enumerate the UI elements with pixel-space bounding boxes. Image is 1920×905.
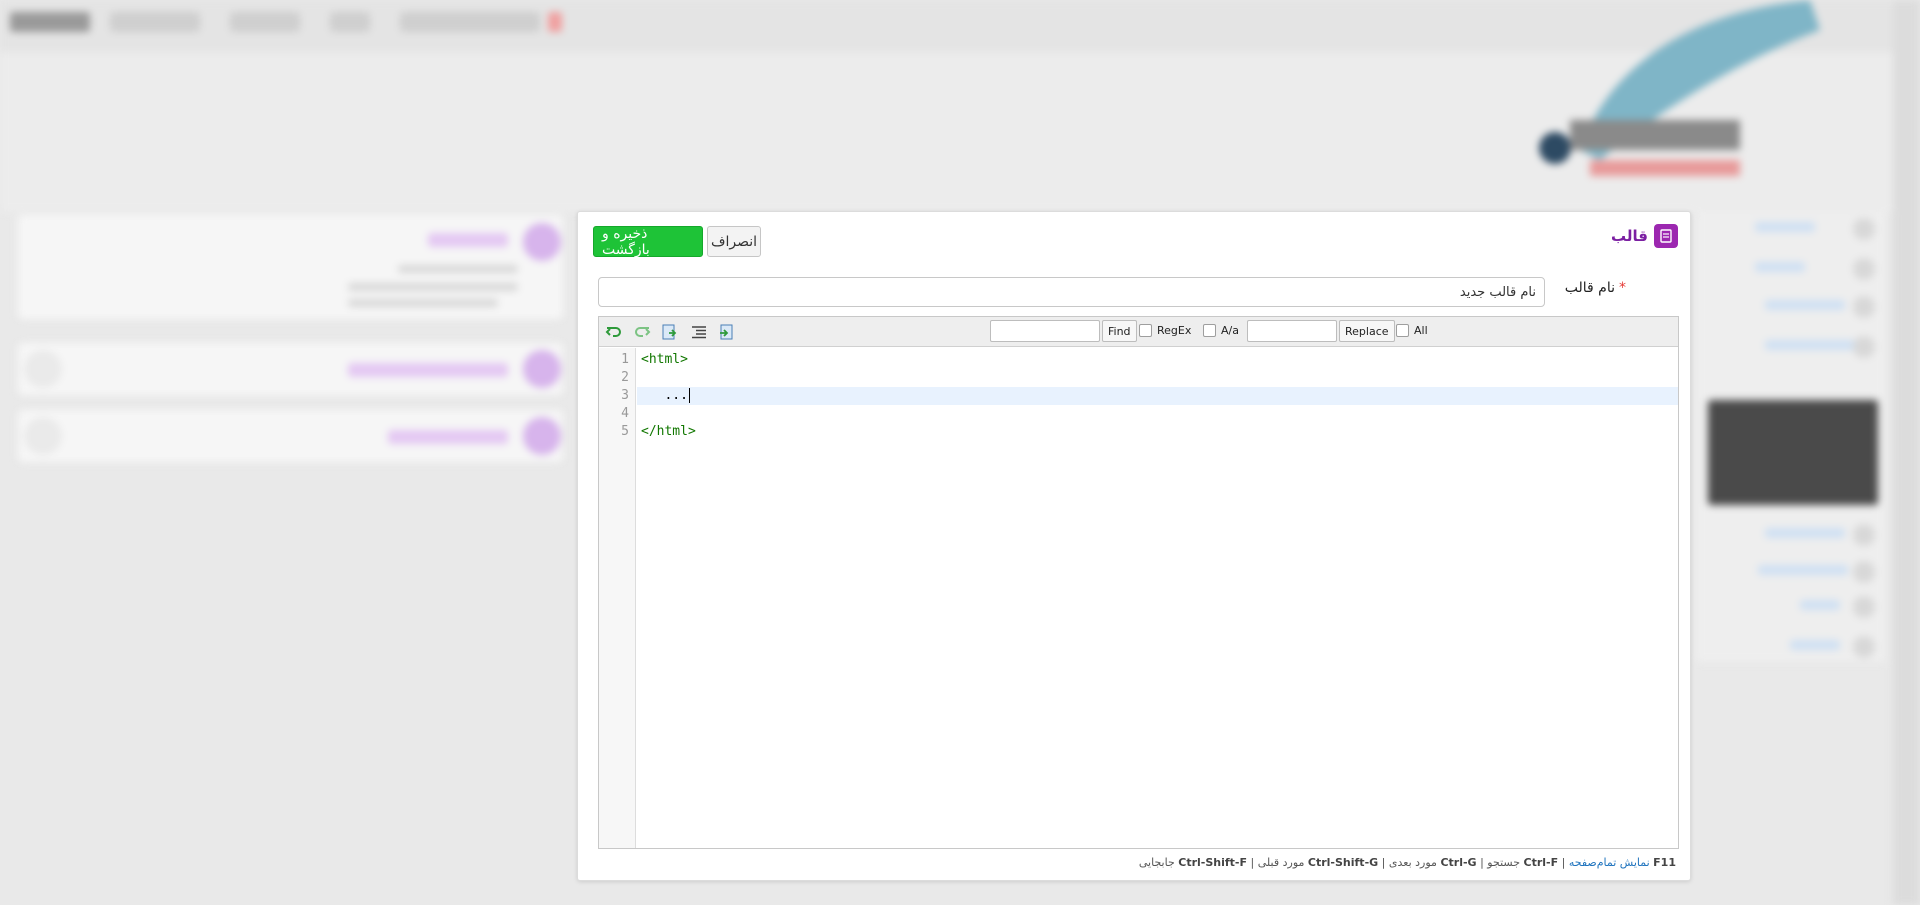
cancel-button[interactable]: انصراف	[707, 226, 761, 257]
format-code-icon[interactable]	[690, 323, 708, 341]
template-name-label: *نام قالب	[1565, 280, 1626, 296]
site-logo	[1539, 0, 1820, 176]
line-number: 5	[621, 424, 629, 439]
code-line[interactable]	[637, 369, 1678, 387]
separator: |	[1381, 856, 1386, 869]
save-and-return-button[interactable]: ذخیره و بازگشت	[593, 226, 703, 258]
redo-icon[interactable]	[633, 323, 651, 341]
shortcut-key: Ctrl-Shift-F	[1178, 856, 1248, 869]
shortcut-label: مورد قبلی	[1257, 856, 1305, 869]
replace-input[interactable]	[1247, 320, 1337, 342]
document-icon	[1654, 224, 1678, 248]
shortcut-key: F11	[1653, 856, 1676, 869]
undo-icon[interactable]	[605, 323, 623, 341]
keyboard-shortcuts-hint: F11 نمایش تمام‌صفحه | Ctrl-F جستجو | Ctr…	[1139, 856, 1676, 869]
code-line-text: ...	[641, 388, 688, 403]
shortcut-label: جابجایی	[1138, 856, 1175, 869]
panel-title: قالب	[1611, 224, 1678, 248]
find-input[interactable]	[990, 320, 1100, 342]
line-number-gutter: 1 2 3 4 5	[599, 348, 636, 848]
shortcut-label: مورد بعدی	[1388, 856, 1437, 869]
code-line[interactable]	[637, 405, 1678, 423]
sidebar-row	[18, 410, 563, 462]
match-case-label: A/a	[1221, 324, 1239, 337]
separator: |	[1561, 856, 1566, 869]
separator: |	[1250, 856, 1255, 869]
shortcut-key: Ctrl-Shift-G	[1307, 856, 1379, 869]
line-number: 3	[621, 388, 629, 403]
shortcut-key: Ctrl-G	[1440, 856, 1477, 869]
template-name-input[interactable]	[598, 277, 1545, 307]
required-mark: *	[1619, 280, 1626, 296]
shortcut-key: Ctrl-F	[1523, 856, 1559, 869]
code-text-area[interactable]: <html> ... </html>	[637, 348, 1678, 848]
regex-checkbox[interactable]	[1139, 324, 1152, 337]
import-file-icon[interactable]	[661, 323, 679, 341]
regex-label: RegEx	[1157, 324, 1192, 337]
sidebar-row	[18, 343, 563, 395]
text-cursor	[688, 388, 690, 403]
right-dark-box	[1708, 400, 1878, 505]
code-line-active[interactable]: ...	[637, 387, 1678, 405]
code-line[interactable]: </html>	[637, 423, 1678, 441]
find-button[interactable]: Find	[1102, 320, 1137, 342]
export-file-icon[interactable]	[718, 323, 736, 341]
line-number: 1	[621, 352, 629, 367]
shortcut-label: جستجو	[1487, 856, 1520, 869]
separator: |	[1480, 856, 1484, 869]
code-line[interactable]: <html>	[637, 351, 1678, 369]
code-editor[interactable]: Find RegEx A/a Replace All 1 2 3 4 5 <ht…	[598, 316, 1679, 849]
template-name-label-text: نام قالب	[1564, 280, 1615, 296]
replace-all-label: All	[1414, 324, 1428, 337]
editor-toolbar: Find RegEx A/a Replace All	[599, 317, 1678, 347]
fullscreen-link[interactable]: نمایش تمام‌صفحه	[1569, 856, 1650, 869]
page-scrollbar	[1893, 0, 1920, 905]
replace-button[interactable]: Replace	[1339, 320, 1395, 342]
template-editor-panel: قالب ذخیره و بازگشت انصراف *نام قالب نام…	[577, 211, 1691, 881]
panel-title-text: قالب	[1611, 227, 1648, 245]
replace-all-checkbox[interactable]	[1396, 324, 1409, 337]
match-case-checkbox[interactable]	[1203, 324, 1216, 337]
line-number: 2	[621, 370, 629, 385]
sidebar-card	[18, 215, 563, 319]
line-number: 4	[621, 406, 629, 421]
